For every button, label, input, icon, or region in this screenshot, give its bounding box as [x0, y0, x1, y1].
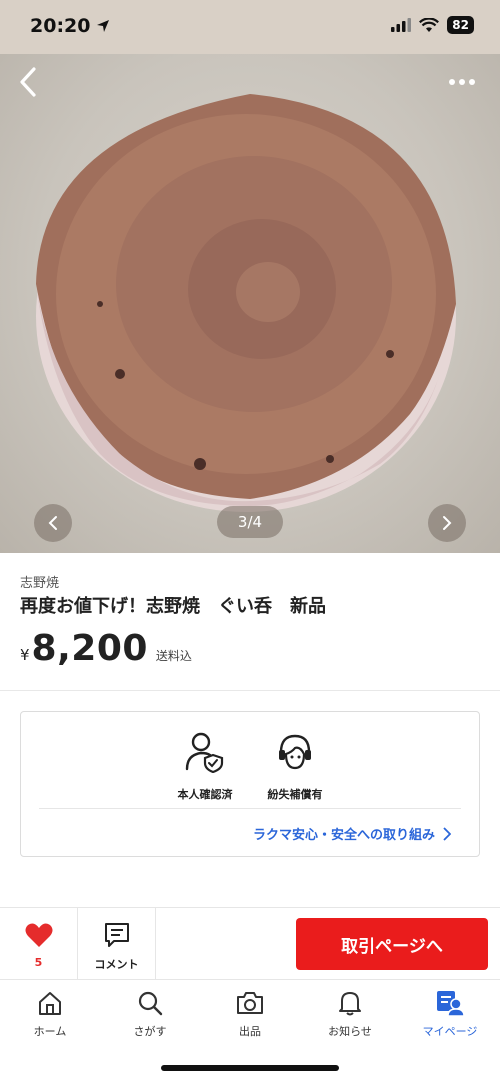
home-icon — [39, 992, 61, 1015]
tab-label: ホーム — [33, 1025, 67, 1038]
product-photo — [36, 94, 456, 512]
chevron-right-icon — [443, 516, 452, 530]
status-bar: 20:20 82 — [0, 0, 500, 54]
like-count: 5 — [34, 956, 43, 969]
shipping-note: 送料込 — [155, 649, 192, 663]
tab-label: さがす — [133, 1025, 167, 1038]
previous-image-button[interactable] — [34, 504, 72, 542]
wifi-icon — [419, 17, 440, 32]
status-time: 20:20 — [30, 15, 110, 37]
tab-label: 出品 — [239, 1025, 261, 1038]
tab-mypage[interactable]: マイページ — [400, 988, 500, 1039]
next-image-button[interactable] — [428, 504, 466, 542]
status-indicators: 82 — [391, 16, 474, 34]
like-button[interactable]: 5 — [0, 908, 78, 980]
chevron-right-icon — [443, 826, 451, 841]
product-title: 再度お値下げ！志野焼 ぐい呑 新品 — [20, 596, 326, 617]
tab-bar: ホーム さがす 出品 お知らせ マイページ — [0, 979, 500, 1080]
feature-label: 紛失補償有 — [267, 788, 323, 801]
tab-search[interactable]: さがす — [100, 988, 200, 1039]
tab-notifications[interactable]: お知らせ — [300, 988, 400, 1039]
currency-symbol: ¥ — [20, 646, 30, 664]
mypage-icon — [437, 991, 464, 1016]
chevron-left-icon — [20, 67, 36, 97]
card-divider — [39, 808, 461, 809]
tab-label: マイページ — [422, 1025, 478, 1038]
tab-home[interactable]: ホーム — [0, 988, 100, 1039]
feature-label: 本人確認済 — [177, 788, 233, 801]
image-counter: 3/4 — [217, 506, 283, 538]
price-value: 8,200 — [31, 628, 148, 669]
feature-identity-verified: 本人確認済 — [165, 730, 245, 802]
clock: 20:20 — [30, 15, 91, 37]
feature-loss-compensation: 紛失補償有 — [255, 730, 335, 802]
verified-user-icon — [185, 732, 224, 773]
bell-icon — [339, 992, 361, 1016]
divider — [0, 690, 500, 691]
comment-button[interactable]: コメント — [78, 908, 156, 980]
tab-label: お知らせ — [328, 1025, 372, 1038]
home-indicator — [161, 1065, 339, 1071]
camera-icon — [237, 992, 263, 1014]
action-bar: 5 コメント 取引ページへ — [0, 907, 500, 980]
support-agent-icon — [279, 734, 311, 770]
safety-link-label: ラクマ安心・安全への取り組み — [252, 828, 435, 843]
transaction-page-button[interactable]: 取引ページへ — [296, 918, 488, 970]
back-button[interactable] — [6, 60, 50, 104]
comment-label: コメント — [94, 958, 139, 971]
product-photo-gallery[interactable]: 3/4 — [0, 54, 500, 553]
comment-icon — [104, 923, 129, 947]
safety-info-link[interactable]: ラクマ安心・安全への取り組み — [253, 824, 451, 843]
safety-card: 本人確認済 紛失補償有 ラクマ安心・安全への取り組み — [20, 711, 480, 857]
heart-icon — [25, 923, 52, 947]
tab-sell[interactable]: 出品 — [200, 988, 300, 1039]
more-options-button[interactable] — [440, 60, 484, 104]
battery-indicator: 82 — [447, 16, 474, 34]
search-icon — [138, 991, 163, 1016]
more-horizontal-icon — [449, 79, 475, 85]
product-brand[interactable]: 志野焼 — [20, 572, 59, 591]
location-arrow-icon — [97, 20, 110, 32]
price: ¥ 8,200 送料込 — [20, 628, 192, 669]
signal-icon — [391, 18, 412, 32]
chevron-left-icon — [48, 516, 57, 530]
